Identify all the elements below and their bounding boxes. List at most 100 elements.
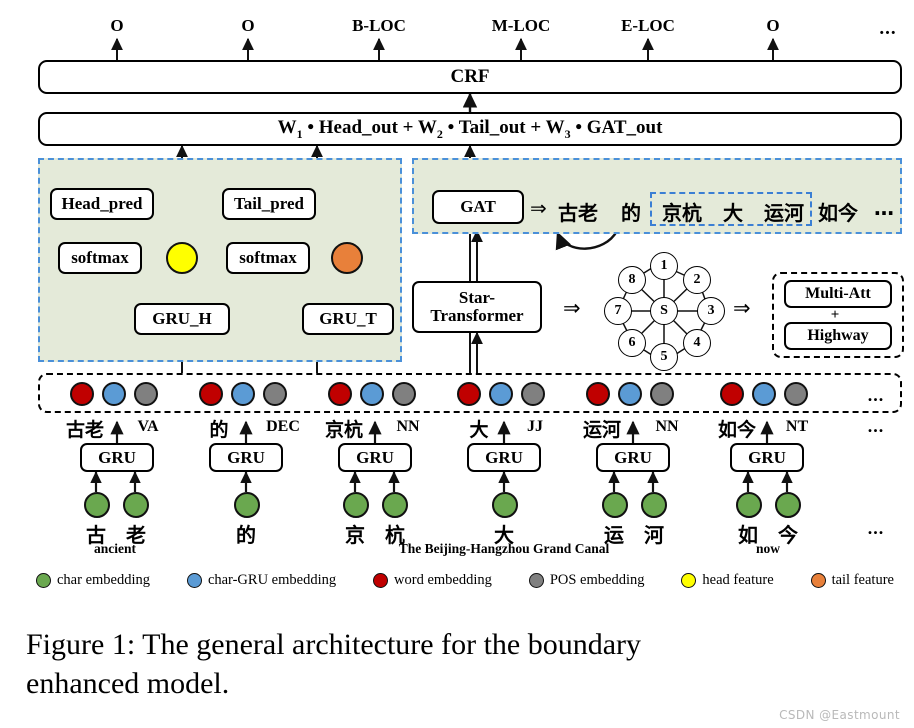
word-gru-label-2: GRU	[356, 447, 394, 467]
word-embedding-dot-3	[457, 382, 481, 406]
embedding-strip-ellipsis: ...	[867, 385, 885, 405]
char-text-1-0: 的	[236, 523, 256, 547]
legend-dot-head-feature	[681, 572, 697, 588]
graph-node-3: 3	[697, 297, 725, 325]
gat-token-5: 如今	[818, 201, 858, 225]
gat-label: GAT	[460, 197, 496, 217]
legend-item-head-feature: head feature	[681, 571, 774, 589]
head-pred-box: Head_pred	[50, 188, 154, 220]
softmax-head-box: softmax	[58, 242, 142, 274]
legend-dot-tail-feature	[810, 572, 826, 588]
word-gru-box-5: GRU	[730, 443, 804, 472]
char-gru-embedding-dot-2	[360, 382, 384, 406]
star-transformer-line1: Star-	[458, 288, 496, 308]
figure-architecture-diagram: O O B-LOC M-LOC E-LOC O ... CRF W1 • Hea…	[0, 0, 914, 728]
pos-embedding-dot-2	[392, 382, 416, 406]
legend-item-word-embedding: word embedding	[373, 572, 492, 589]
legend-dot-char-embedding	[36, 572, 51, 588]
word-gru-box-1: GRU	[209, 443, 283, 472]
pos-embedding-dot-0	[134, 382, 158, 406]
gat-token-1: 的	[621, 201, 641, 225]
legend: char embedding char-GRU embedding word e…	[36, 567, 894, 593]
graph-node-5: 5	[650, 343, 678, 371]
graph-node-4: 4	[683, 329, 711, 357]
word-gru-label-4: GRU	[614, 447, 652, 467]
gat-implies-icon: ⇒	[530, 198, 547, 220]
legend-label-char-gru-embedding: char-GRU embedding	[207, 571, 337, 588]
pos-tag-1: DEC	[266, 418, 300, 435]
legend-item-char-embedding: char embedding	[36, 572, 150, 589]
gloss-0: ancient	[94, 541, 136, 556]
char-gru-embedding-dot-1	[231, 382, 255, 406]
legend-label-word-embedding: word embedding	[394, 571, 492, 588]
star-transformer-box: Star- Transformer	[412, 281, 542, 333]
output-tag-0: O	[110, 16, 124, 35]
pos-tag-5: NT	[785, 418, 809, 435]
legend-dot-word-embedding	[373, 572, 389, 588]
watermark: CSDN @Eastmount	[779, 708, 900, 722]
char-embedding-dot-0-1	[123, 492, 149, 518]
caption-line-2: enhanced model.	[26, 667, 230, 700]
pos-embedding-dot-1	[263, 382, 287, 406]
word-embedding-dot-5	[720, 382, 744, 406]
word-row-ellipsis: ...	[867, 416, 885, 436]
char-embedding-dot-2-1	[382, 492, 408, 518]
softmax-tail-box: softmax	[226, 242, 310, 274]
word-text-5: 如今	[717, 419, 757, 441]
gru-h-box: GRU_H	[134, 303, 230, 335]
connector-layer	[90, 37, 868, 492]
char-embedding-dot-1-0	[234, 492, 260, 518]
gat-box: GAT	[432, 190, 524, 224]
char-gru-embedding-dot-3	[489, 382, 513, 406]
pos-tag-4: NN	[655, 418, 679, 435]
word-embedding-dot-2	[328, 382, 352, 406]
pos-embedding-dot-3	[521, 382, 545, 406]
char-row-ellipsis: ...	[867, 518, 885, 538]
gat-token-4: 运河	[764, 201, 804, 225]
word-text-3: 大	[469, 419, 489, 441]
char-text-4-1: 河	[644, 523, 664, 547]
gloss-5: now	[755, 541, 781, 556]
output-tag-1: O	[241, 16, 255, 35]
star-implies-icon-1: ⇒	[563, 296, 581, 320]
gru-h-label: GRU_H	[152, 309, 212, 329]
gat-sequence-ellipsis: …	[874, 196, 894, 220]
char-gru-embedding-dot-0	[102, 382, 126, 406]
output-tag-5: O	[766, 16, 780, 35]
crf-layer: CRF	[38, 60, 902, 94]
word-gru-box-4: GRU	[596, 443, 670, 472]
fusion-formula: W1 • Head_out + W2 • Tail_out + W3 • GAT…	[277, 116, 663, 141]
legend-label-head-feature: head feature	[702, 571, 774, 588]
char-embedding-dot-4-0	[602, 492, 628, 518]
output-tag-2: B-LOC	[352, 16, 406, 35]
char-gru-embedding-dot-4	[618, 382, 642, 406]
multi-att-box: Multi-Att	[784, 280, 892, 308]
output-tag-4: E-LOC	[621, 16, 675, 35]
graph-node-2: 2	[683, 266, 711, 294]
word-gru-label-1: GRU	[227, 447, 265, 467]
char-embedding-dot-5-1	[775, 492, 801, 518]
tail-pred-label: Tail_pred	[234, 194, 304, 214]
graph-node-7: 7	[604, 297, 632, 325]
legend-label-pos-embedding: POS embedding	[549, 571, 645, 588]
gloss-3: The Beijing-Hangzhou Grand Canal	[398, 541, 610, 556]
caption-line-1: Figure 1: The general architecture for t…	[26, 628, 642, 661]
pos-embedding-dot-4	[650, 382, 674, 406]
pos-tag-3: JJ	[527, 418, 543, 435]
pos-tag-2: NN	[396, 418, 420, 435]
graph-node-1: 1	[650, 252, 678, 280]
tail-pred-box: Tail_pred	[222, 188, 316, 220]
tail-feature-node	[331, 242, 363, 274]
highway-box: Highway	[784, 322, 892, 350]
legend-item-char-gru-embedding: char-GRU embedding	[186, 571, 337, 589]
word-text-4: 运河	[582, 419, 622, 441]
char-text-2-0: 京	[345, 523, 365, 547]
output-tag-ellipsis: ...	[879, 18, 897, 39]
output-tag-3: M-LOC	[491, 16, 551, 35]
graph-center-node: S	[650, 297, 678, 325]
gru-t-box: GRU_T	[302, 303, 394, 335]
fusion-layer: W1 • Head_out + W2 • Tail_out + W3 • GAT…	[38, 112, 902, 146]
softmax-tail-label: softmax	[239, 248, 297, 268]
pos-tag-0: VA	[137, 418, 159, 435]
star-implies-icon-2: ⇒	[733, 296, 751, 320]
